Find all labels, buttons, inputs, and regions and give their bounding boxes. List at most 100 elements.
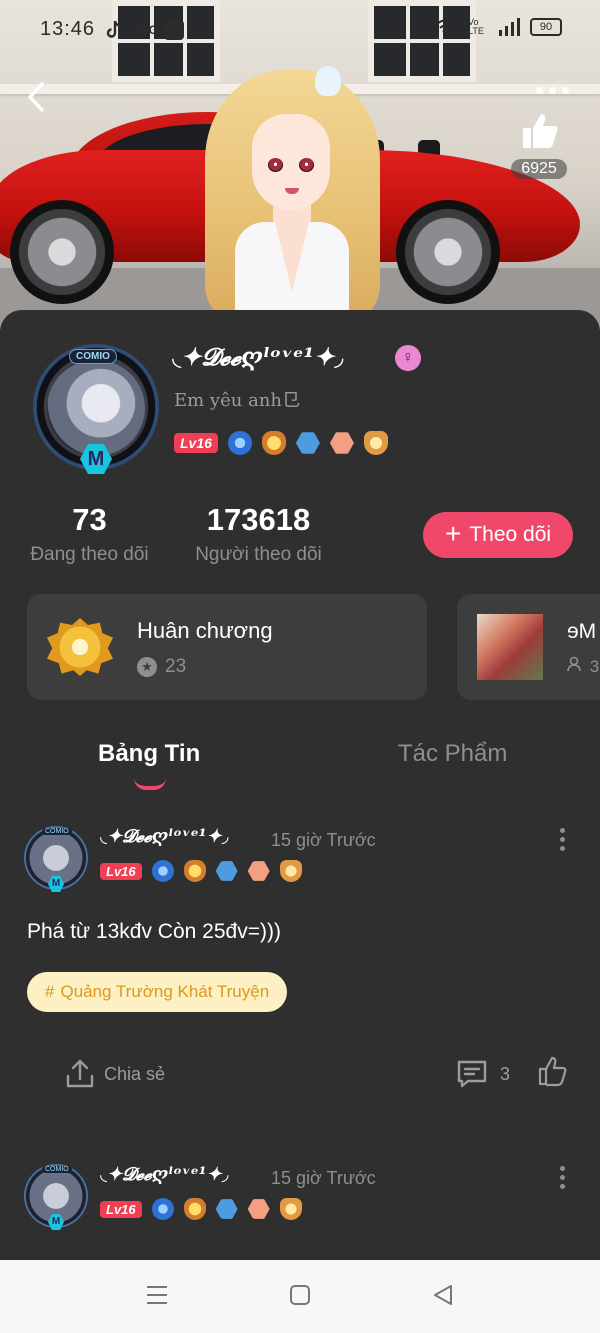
- peach-hexagon-badge-icon: [247, 1199, 270, 1219]
- profile-like-button[interactable]: 6925: [508, 108, 570, 179]
- tab-works[interactable]: Tác Phẩm: [398, 740, 507, 768]
- post-like-button[interactable]: [536, 1054, 570, 1088]
- hair-flower: [315, 66, 341, 96]
- gold-medal-badge-icon[interactable]: [261, 431, 286, 455]
- comments-button[interactable]: 3: [456, 1058, 510, 1090]
- car-wheel: [10, 200, 114, 304]
- post-author-badges: Lv16: [100, 1198, 302, 1220]
- level-badge: Lv16: [174, 433, 218, 453]
- crown-badge-icon: [279, 1198, 302, 1220]
- post-author-avatar[interactable]: COMIO M: [24, 1164, 88, 1230]
- signal-icon: [499, 18, 520, 36]
- post-more-button[interactable]: [560, 828, 568, 851]
- tiktok-icon: [106, 20, 122, 40]
- chevron-left-icon: [28, 82, 44, 112]
- followers-count: 173618: [206, 502, 311, 537]
- post-author-avatar[interactable]: COMIO M: [24, 826, 88, 892]
- triangle-back-icon: [434, 1285, 452, 1305]
- back-button[interactable]: [24, 80, 54, 114]
- home-square-icon: [290, 1285, 310, 1305]
- following-count: 73: [72, 502, 107, 537]
- avatar-brand-label: COMIO: [42, 828, 72, 835]
- home-button[interactable]: [289, 1284, 311, 1311]
- post-more-button[interactable]: [560, 1166, 568, 1189]
- post-time: 15 giờ Trước: [271, 1168, 376, 1188]
- follow-button-label: Theo dõi: [469, 523, 552, 546]
- system-back-button[interactable]: [432, 1284, 454, 1311]
- avatar-level-mark: M: [48, 876, 64, 892]
- post-text: Phá từ 13kđv Còn 25đv=))): [27, 920, 281, 943]
- avatar-image: [47, 360, 145, 456]
- water-drop-badge-icon: [151, 1198, 174, 1220]
- water-drop-badge-icon: [151, 860, 174, 882]
- more-options-button[interactable]: [536, 80, 572, 100]
- crown-badge-icon[interactable]: [363, 431, 388, 455]
- share-icon: [66, 1059, 94, 1088]
- star-icon: ★: [137, 657, 157, 677]
- post-author-name[interactable]: ◟✦𝓓𝓮𝓮ღˡᵒᵛᵉ¹✦◞: [100, 826, 229, 847]
- app-notification-icon: [164, 20, 184, 40]
- plus-icon: +: [444, 517, 462, 549]
- group-members-row: 3: [567, 656, 599, 677]
- peach-hexagon-badge-icon: [247, 861, 270, 881]
- follow-button[interactable]: + Theo dõi: [423, 512, 573, 558]
- character-mouth: [285, 188, 299, 194]
- wifi-icon: [436, 19, 458, 36]
- level-badge: Lv16: [100, 1200, 142, 1218]
- group-thumbnail: [477, 614, 543, 680]
- post-author-name[interactable]: ◟✦𝓓𝓮𝓮ღˡᵒᵛᵉ¹✦◞: [100, 1164, 229, 1185]
- followers-stat[interactable]: 173618 Người theo dõi: [190, 502, 327, 566]
- gold-medal-badge-icon: [183, 860, 206, 882]
- members-icon: [567, 656, 581, 672]
- post-author-badges: Lv16: [100, 860, 302, 882]
- gold-medal-badge-icon: [183, 1198, 206, 1220]
- blue-hexagon-badge-icon[interactable]: [295, 432, 320, 454]
- avatar-brand-label: COMIO: [42, 1166, 72, 1173]
- more-dots-icon: [536, 86, 543, 94]
- user-bio: Em yêu anh⺋: [174, 390, 300, 411]
- network-label: Vo LTE: [468, 17, 484, 36]
- character-eye: [268, 158, 283, 172]
- character-eye: [299, 158, 314, 172]
- share-button[interactable]: Chia sẻ: [64, 1058, 165, 1090]
- character-face: [252, 114, 330, 210]
- avatar-level-mark: M: [48, 1214, 64, 1230]
- medals-card[interactable]: Huân chương ★ 23: [27, 594, 427, 700]
- group-name: ɘM: [567, 620, 597, 643]
- recent-apps-button[interactable]: [146, 1284, 168, 1311]
- following-label: Đang theo dõi: [30, 544, 149, 565]
- avatar-brand-label: COMIO: [69, 349, 117, 364]
- thumbs-up-icon: [523, 114, 558, 148]
- comment-icon: [457, 1060, 487, 1088]
- anime-character: [205, 62, 380, 330]
- menu-icon: [147, 1286, 167, 1304]
- user-badges: Lv16: [174, 431, 388, 455]
- water-drop-badge-icon[interactable]: [227, 431, 252, 455]
- status-time: 13:46: [40, 18, 96, 40]
- post-hashtag[interactable]: # Quảng Trường Khát Truyện: [27, 972, 288, 1012]
- thumbs-up-icon: [538, 1056, 567, 1087]
- following-stat[interactable]: 73 Đang theo dõi: [27, 502, 152, 566]
- feed-post: COMIO M ◟✦𝓓𝓮𝓮ღˡᵒᵛᵉ¹✦◞ 15 giờ Trước Lv16: [0, 1164, 600, 1270]
- like-count: 6925: [511, 159, 567, 179]
- share-label: Chia sẻ: [104, 1063, 166, 1084]
- medal-icon: [47, 618, 113, 676]
- medals-count: 23: [165, 656, 187, 677]
- avatar[interactable]: COMIO M: [33, 344, 159, 474]
- medals-count-row: ★ 23: [137, 656, 186, 678]
- group-card[interactable]: ɘM 3: [457, 594, 600, 700]
- vng-label: VNG: [132, 23, 159, 37]
- peach-hexagon-badge-icon[interactable]: [329, 432, 354, 454]
- status-bar: 13:46 VNG Vo LTE 90: [0, 0, 600, 60]
- blue-hexagon-badge-icon: [215, 1199, 238, 1219]
- profile-cover: 13:46 VNG Vo LTE 90 6925: [0, 0, 600, 330]
- profile-panel: COMIO M ◟✦𝓓𝓮𝓮ღˡᵒᵛᵉ¹✦◞ ♀ Em yêu anh⺋ Lv16…: [0, 310, 600, 1270]
- tab-feed[interactable]: Bảng Tin: [98, 740, 200, 768]
- group-members-count: 3: [589, 657, 600, 676]
- female-icon: ♀: [395, 345, 421, 371]
- crown-badge-icon: [279, 860, 302, 882]
- content-tabs: Bảng Tin Tác Phẩm: [0, 740, 600, 800]
- hashtag-label: Quảng Trường Khát Truyện: [60, 982, 270, 1001]
- feed-post: COMIO M ◟✦𝓓𝓮𝓮ღˡᵒᵛᵉ¹✦◞ 15 giờ Trước Lv16 …: [0, 826, 600, 1096]
- medals-title: Huân chương: [137, 618, 273, 643]
